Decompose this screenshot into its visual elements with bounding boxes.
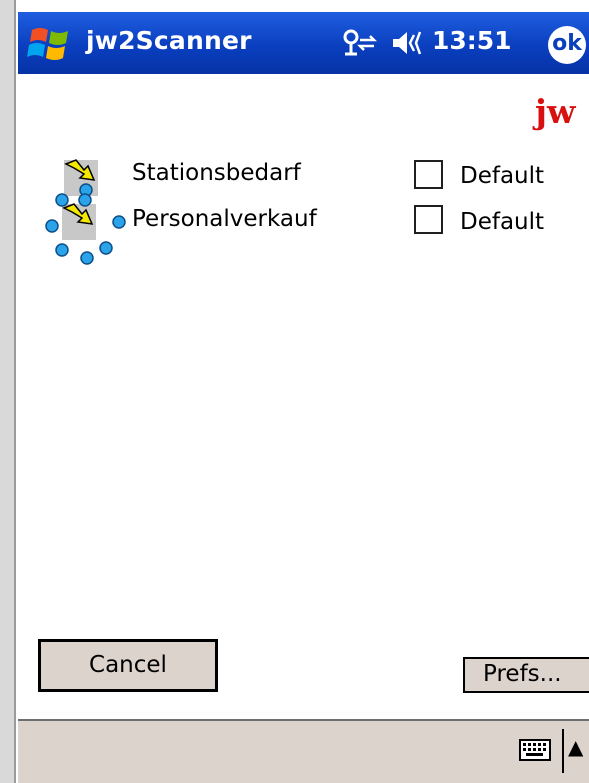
profile-label-stationsbedarf[interactable]: Stationsbedarf xyxy=(132,160,301,186)
title-bar: jw2Scanner 13:51 ok xyxy=(18,12,589,74)
sip-divider xyxy=(562,729,564,773)
connectivity-icon[interactable] xyxy=(340,28,378,58)
sip-arrow-icon[interactable]: ▲ xyxy=(568,735,583,759)
clock[interactable]: 13:51 xyxy=(432,26,512,55)
default-label: Default xyxy=(460,209,545,235)
keyboard-icon[interactable] xyxy=(519,737,551,763)
default-label: Default xyxy=(460,163,545,189)
menu-bar: ▲ xyxy=(18,719,589,783)
cancel-button[interactable]: Cancel xyxy=(38,639,218,692)
ok-button[interactable]: ok xyxy=(548,26,586,64)
prefs-button[interactable]: Prefs... xyxy=(463,657,589,693)
windows-flag-icon[interactable] xyxy=(24,20,78,66)
app-title: jw2Scanner xyxy=(86,26,252,55)
speaker-icon[interactable] xyxy=(390,28,424,58)
left-window-border xyxy=(14,0,16,783)
default-checkbox-personalverkauf[interactable] xyxy=(414,205,443,234)
left-window-edge xyxy=(0,0,14,783)
default-checkbox-stationsbedarf[interactable] xyxy=(414,160,443,189)
selected-profile-icon[interactable] xyxy=(44,190,134,274)
brand-logo-text: jw xyxy=(535,92,576,131)
profile-label-personalverkauf[interactable]: Personalverkauf xyxy=(132,206,317,232)
